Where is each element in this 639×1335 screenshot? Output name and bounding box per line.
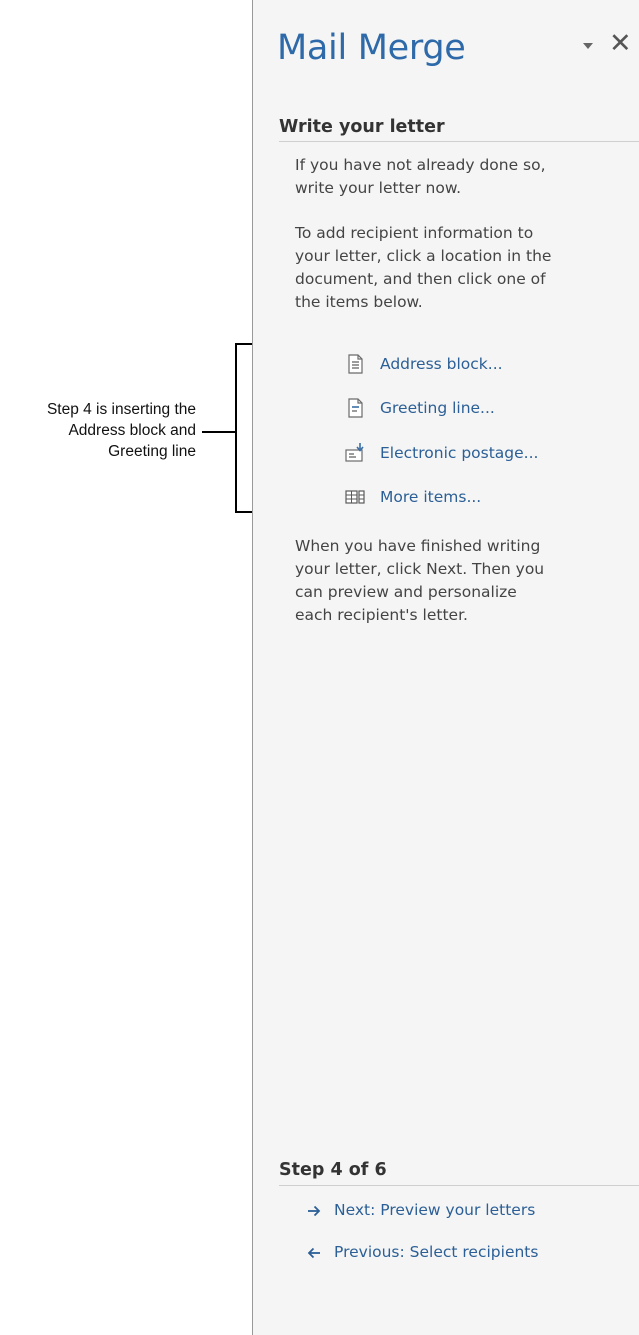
address-block-icon	[344, 353, 366, 375]
instruction-line: the items below.	[295, 293, 423, 311]
greeting-line-label: Greeting line...	[380, 399, 495, 417]
step-indicator: Step 4 of 6	[279, 1160, 387, 1180]
finish-text: When you have finished writing your lett…	[295, 535, 635, 627]
mail-merge-pane: Mail Merge ✕ Write your letter If you ha…	[252, 0, 639, 1335]
finish-line: your letter, click Next. Then you	[295, 560, 545, 578]
electronic-postage-label: Electronic postage...	[380, 444, 539, 462]
finish-line: When you have finished writing	[295, 537, 541, 555]
intro-line: If you have not already done so,	[295, 156, 546, 174]
section-divider	[279, 141, 639, 142]
arrow-left-icon	[307, 1245, 321, 1259]
address-block-label: Address block...	[380, 355, 503, 373]
section-heading-write-letter: Write your letter	[279, 117, 445, 137]
finish-line: each recipient's letter.	[295, 606, 468, 624]
pane-title: Mail Merge	[277, 28, 466, 68]
more-items-link[interactable]: More items...	[344, 485, 481, 509]
greeting-line-icon	[344, 397, 366, 419]
electronic-postage-icon	[344, 442, 366, 464]
more-items-icon	[344, 486, 366, 508]
instruction-text: To add recipient information to your let…	[295, 222, 635, 314]
intro-line: write your letter now.	[295, 179, 461, 197]
previous-step-label: Previous: Select recipients	[334, 1243, 539, 1261]
callout-line: Greeting line	[108, 443, 196, 460]
previous-step-link[interactable]: Previous: Select recipients	[307, 1240, 538, 1264]
step-divider	[279, 1185, 639, 1186]
finish-line: can preview and personalize	[295, 583, 517, 601]
dropdown-triangle-icon[interactable]	[581, 38, 595, 52]
instruction-line: To add recipient information to	[295, 224, 534, 242]
callout-line: Step 4 is inserting the	[46, 401, 196, 418]
next-step-label: Next: Preview your letters	[334, 1201, 536, 1219]
greeting-line-link[interactable]: Greeting line...	[344, 396, 495, 420]
address-block-link[interactable]: Address block...	[344, 352, 503, 376]
callout-line: Address block and	[68, 422, 196, 439]
instruction-line: document, and then click one of	[295, 270, 546, 288]
arrow-right-icon	[307, 1203, 321, 1217]
more-items-label: More items...	[380, 488, 482, 506]
callout-leader-line	[202, 431, 236, 433]
electronic-postage-link[interactable]: Electronic postage...	[344, 441, 538, 465]
close-icon[interactable]: ✕	[609, 29, 632, 59]
next-step-link[interactable]: Next: Preview your letters	[307, 1198, 535, 1222]
instruction-line: your letter, click a location in the	[295, 247, 552, 265]
intro-text: If you have not already done so, write y…	[295, 154, 635, 200]
callout-annotation: Step 4 is inserting the Address block an…	[0, 399, 196, 462]
